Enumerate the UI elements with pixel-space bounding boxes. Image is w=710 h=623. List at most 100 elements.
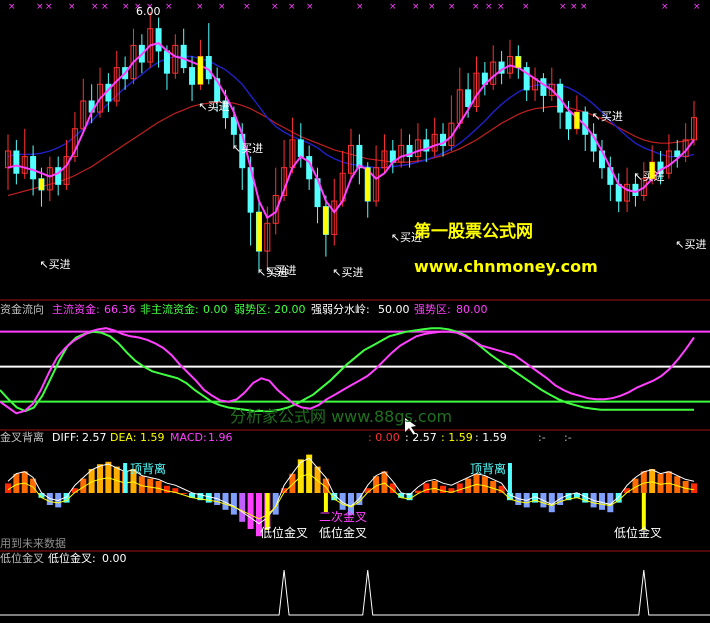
- dea-label: DEA:: [110, 431, 136, 444]
- fund-title: 资金流向: [0, 302, 44, 316]
- candle-body: [55, 167, 62, 185]
- macd-bar: [423, 483, 430, 493]
- top-marker-5: ×: [101, 2, 109, 12]
- candle-body: [632, 183, 639, 196]
- top-marker-14: ×: [288, 2, 296, 12]
- macd-value: 1.96: [208, 431, 233, 444]
- second-cross-label: 二次金叉: [319, 509, 367, 524]
- top-divergence-label-1: 顶背离: [130, 461, 166, 476]
- fund-nonmain-value: 0.00: [203, 303, 228, 316]
- buy-signal-8: ↖买进: [675, 238, 706, 251]
- macd-bar: [163, 485, 170, 493]
- top-marker-0: ×: [8, 2, 16, 12]
- macd-bar: [640, 471, 647, 493]
- macd-bar: [339, 493, 346, 510]
- top-marker-6: ×: [122, 2, 130, 12]
- watermark-title: 第一股票公式网: [414, 221, 533, 242]
- candle-body: [674, 150, 681, 158]
- macd-bar: [691, 483, 697, 493]
- low-cross-label-1: 低位金叉: [260, 525, 308, 540]
- signal-label: 低位金叉:: [48, 551, 96, 565]
- macd-bar: [247, 493, 254, 529]
- top-marker-29: ×: [693, 2, 701, 12]
- candle-body: [163, 50, 170, 74]
- low-cross-label-2: 低位金叉: [319, 525, 367, 540]
- macd-extra-3: : 1.59: [441, 431, 473, 444]
- macd-bar: [440, 485, 447, 493]
- buy-signal-0: ↖买进: [39, 258, 70, 271]
- diff-value: 2.57: [82, 431, 107, 444]
- buy-signal-9: ↖买进: [265, 264, 296, 277]
- signal-line: [0, 569, 710, 616]
- top-marker-17: ×: [389, 2, 397, 12]
- buy-bar-7: [649, 162, 655, 179]
- fund-strong-label: 强势区:: [414, 303, 451, 316]
- buy-bar-3: [323, 206, 329, 235]
- candle-body: [180, 44, 187, 69]
- dea-value: 1.59: [140, 431, 165, 444]
- candle-body: [205, 55, 212, 80]
- top-marker-3: ×: [68, 2, 76, 12]
- top-marker-9: ×: [165, 2, 173, 12]
- macd-bar: [239, 493, 246, 522]
- macd-bar: [230, 493, 237, 515]
- watermark-url: www.chnmoney.com: [414, 257, 598, 276]
- candle-body: [189, 67, 196, 85]
- buy-signal-6: ↖买进: [592, 110, 623, 123]
- buy-signal-2: ↖买进: [232, 142, 263, 155]
- macd-bar: [598, 493, 605, 510]
- fund-strong-value: 80.00: [456, 303, 488, 316]
- fund-watermark: 分析家公式网 www.88gs.com: [230, 407, 452, 426]
- candle-body: [30, 156, 37, 180]
- top-marker-23: ×: [497, 2, 505, 12]
- stock-chart: × × × × × × × × × × × × × × × × × × × × × × × × × × × × × ×↖买进↖买进↖买进↖…: [0, 2, 710, 616]
- candle-body: [540, 78, 547, 96]
- candle-body: [565, 111, 572, 130]
- top-marker-19: ×: [428, 2, 436, 12]
- fund-divide-value: 50.00: [378, 303, 410, 316]
- buy-signal-1: ↖买进: [198, 100, 229, 113]
- macd-bar: [490, 481, 497, 493]
- top-marker-27: ×: [580, 2, 588, 12]
- macd-extra-2: : 2.57: [405, 431, 437, 444]
- signal-panel: [0, 569, 710, 616]
- fund-main-value: 66.36: [104, 303, 136, 316]
- signal-title: 低位金叉: [0, 551, 44, 565]
- candle-body: [230, 117, 237, 135]
- buy-bar-1: [197, 56, 203, 85]
- top-marker-22: ×: [485, 2, 493, 12]
- buy-bar-2: [256, 212, 262, 252]
- candle-body: [155, 28, 162, 52]
- macd-extra-1: : 0.00: [368, 431, 400, 444]
- top-marker-2: ×: [45, 2, 53, 12]
- top-marker-28: ×: [661, 2, 669, 12]
- macd-bar: [481, 476, 488, 493]
- top-marker-10: ×: [196, 2, 204, 12]
- macd-bar: [155, 481, 162, 493]
- top-marker-18: ×: [412, 2, 420, 12]
- macd-bar: [682, 481, 689, 493]
- top-marker-1: ×: [36, 2, 44, 12]
- macd-bar: [649, 469, 656, 493]
- max-price-label: 6.00: [136, 5, 161, 18]
- macd-label: MACD:: [170, 431, 207, 444]
- top-marker-21: ×: [472, 2, 480, 12]
- fund-weak-label: 弱势区:: [234, 303, 271, 316]
- macd-title: 金叉背离: [0, 430, 44, 444]
- buy-signal-7: ↖买进: [633, 170, 664, 183]
- buy-bar-6: [574, 112, 580, 129]
- fund-nonmain-label: 非主流资金:: [140, 302, 199, 316]
- top-marker-4: ×: [91, 2, 99, 12]
- price-panel: × × × × × × × × × × × × × × × × × × × × × × × × × × × × × ×↖买进↖买进↖买进↖…: [5, 2, 706, 279]
- future-data-note: 用到未来数据: [0, 536, 66, 550]
- macd-bar: [21, 471, 28, 493]
- buy-bar-4: [365, 167, 371, 202]
- top-marker-13: ×: [271, 2, 279, 12]
- fund-nonmain-line: [0, 327, 695, 415]
- top-marker-20: ×: [448, 2, 456, 12]
- fund-main-label: 主流资金:: [52, 302, 100, 316]
- candle-body: [13, 150, 20, 174]
- diff-label: DIFF:: [52, 431, 79, 444]
- buy-bar-5: [515, 56, 521, 68]
- macd-extra-5: :-: [538, 431, 546, 444]
